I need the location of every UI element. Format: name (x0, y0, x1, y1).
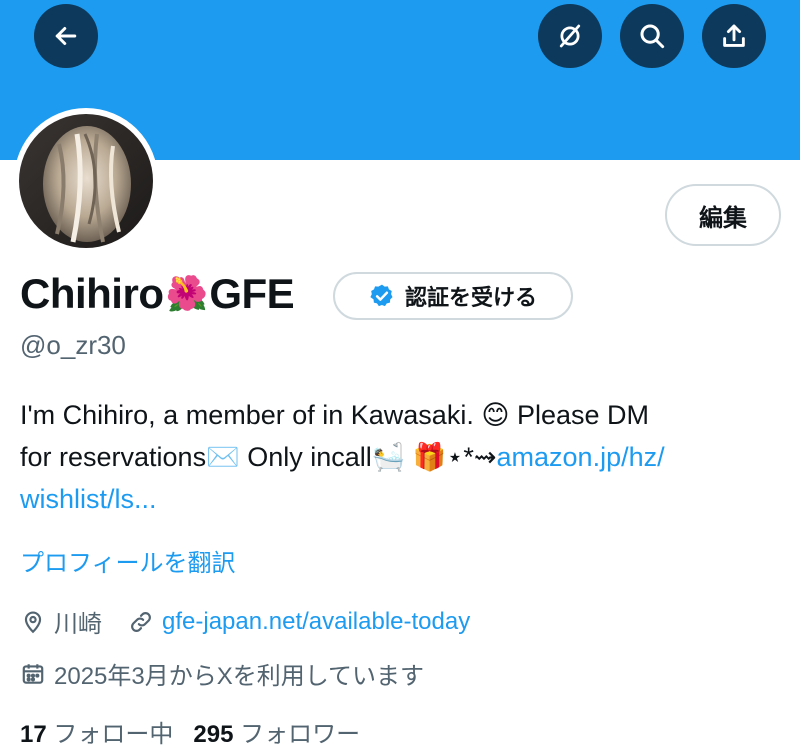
translate-profile-link[interactable]: プロフィールを翻訳 (20, 543, 236, 578)
followers-stat[interactable]: 295 フォロワー (193, 714, 360, 749)
edit-profile-button[interactable]: 編集 (665, 184, 781, 246)
website-link[interactable]: gfe-japan.net/available-today (162, 608, 470, 636)
back-button[interactable] (34, 4, 98, 68)
get-verified-label: 認証を受ける (404, 285, 537, 310)
search-icon (640, 24, 665, 49)
slashed-circle-icon (559, 24, 581, 48)
location-text: 川崎 (54, 611, 102, 638)
display-name-first: Chihiro (20, 270, 164, 317)
bio-line: I'm Chihiro, a member of in Kawasaki. 😊 … (20, 400, 650, 430)
follow-stats: 17 フォロー中 295 フォロワー (20, 714, 360, 749)
following-stat[interactable]: 17 フォロー中 (20, 714, 173, 749)
joined-row: 2025年3月からXを利用しています (20, 656, 424, 691)
followers-count: 295 (193, 721, 234, 748)
grok-button[interactable] (538, 4, 602, 68)
followers-label: フォロワー (240, 721, 361, 748)
display-name-last: GFE (209, 270, 295, 317)
arrow-left-icon (55, 27, 77, 45)
profile-meta-row: 川崎 gfe-japan.net/available-today (20, 604, 470, 639)
calendar-icon (22, 663, 44, 684)
share-button[interactable] (702, 4, 766, 68)
verified-badge-icon (370, 284, 393, 307)
location-pin-icon (24, 611, 42, 633)
avatar[interactable] (19, 114, 153, 248)
bio-text: for reservations✉️ Only incall🛀 🎁⋆*⇝ (20, 442, 497, 472)
get-verified-button[interactable]: 認証を受ける (333, 272, 573, 320)
following-label: フォロー中 (53, 721, 174, 748)
following-count: 17 (20, 721, 47, 748)
display-name: Chihiro 🌺 GFE (20, 270, 295, 318)
user-handle: @o_zr30 (20, 330, 126, 360)
joined-date: 2025年3月からXを利用しています (54, 663, 425, 690)
hibiscus-emoji: 🌺 (165, 275, 208, 313)
wishlist-link[interactable]: amazon.jp/hz/ (497, 442, 665, 472)
share-icon (723, 24, 745, 47)
edit-profile-label: 編集 (699, 204, 747, 232)
wishlist-link-continued[interactable]: wishlist/ls... (20, 478, 790, 520)
profile-bio: I'm Chihiro, a member of in Kawasaki. 😊 … (20, 394, 790, 520)
link-icon (131, 611, 151, 632)
bio-line: for reservations✉️ Only incall🛀 🎁⋆*⇝amaz… (20, 436, 790, 478)
search-button[interactable] (620, 4, 684, 68)
